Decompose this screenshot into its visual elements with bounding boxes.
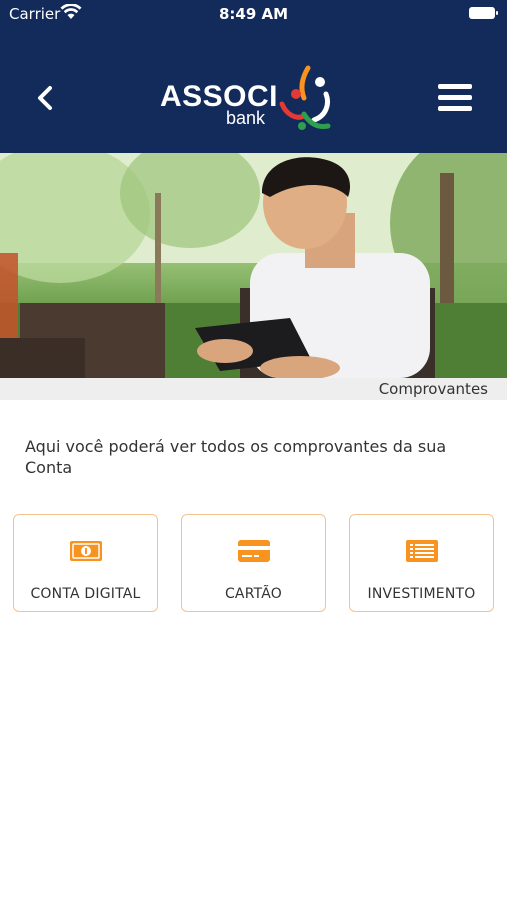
credit-card-icon [237, 540, 270, 562]
status-bar: Carrier 8:49 AM [0, 0, 507, 28]
hero-photo [0, 153, 507, 378]
hero-caption-bar: Comprovantes [0, 378, 507, 400]
conta-digital-button[interactable]: CONTA DIGITAL [13, 514, 158, 612]
app-header: Carrier 8:49 AM ASSOCI bank [0, 0, 507, 153]
associ-bank-logo: ASSOCI bank [160, 62, 340, 134]
page-title: Comprovantes [378, 380, 488, 398]
back-arrow-icon[interactable] [30, 82, 62, 114]
option-label: CARTÃO [224, 586, 283, 602]
option-label: INVESTIMENTO [367, 586, 476, 602]
status-time: 8:49 AM [218, 5, 289, 23]
cartao-button[interactable]: CARTÃO [181, 514, 326, 612]
page-description: Aqui você poderá ver todos os comprovant… [25, 437, 447, 477]
option-label: CONTA DIGITAL [30, 586, 141, 602]
money-bill-icon [69, 541, 102, 561]
hamburger-menu-icon[interactable] [438, 84, 472, 112]
logo-subtext: bank [226, 108, 266, 128]
list-document-icon [405, 540, 438, 562]
investimento-button[interactable]: INVESTIMENTO [349, 514, 494, 612]
receipt-category-list: CONTA DIGITAL CARTÃO INVESTIMENTO [13, 514, 495, 612]
people-circle-logo-icon [279, 65, 331, 130]
battery-icon [469, 7, 498, 19]
